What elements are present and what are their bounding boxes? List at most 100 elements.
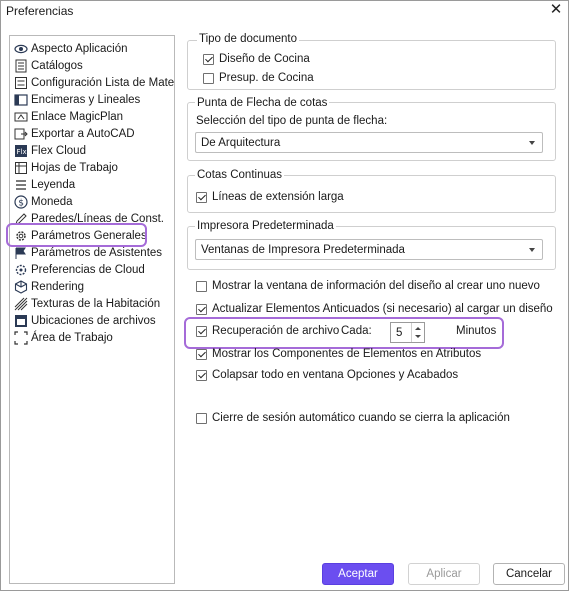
select-value: Ventanas de Impresora Predeterminada xyxy=(201,243,405,256)
chevron-down-icon xyxy=(529,248,535,252)
countertop-icon xyxy=(14,93,28,106)
checkbox[interactable] xyxy=(196,325,207,337)
option-label: Recuperación de archivo xyxy=(212,325,340,337)
option-label: Presup. de Cocina xyxy=(219,72,314,84)
sidebar-item-label: Parámetros de Asistentes xyxy=(31,246,163,259)
sidebar-item-area-trabajo[interactable]: Área de Trabajo xyxy=(14,329,174,346)
option-presup-cocina[interactable]: Presup. de Cocina xyxy=(203,72,314,84)
option-label: Diseño de Cocina xyxy=(219,53,310,65)
option-lineas-extension[interactable]: Líneas de extensión larga xyxy=(196,191,344,203)
sidebar-item-label: Moneda xyxy=(31,195,73,208)
option-colapsar[interactable]: Colapsar todo en ventana Opciones y Acab… xyxy=(196,369,458,381)
checkbox[interactable] xyxy=(203,53,214,65)
sidebar-item-hojas[interactable]: Hojas de Trabajo xyxy=(14,159,174,176)
cube-icon xyxy=(14,279,28,294)
group-title-tipo-documento: Tipo de documento xyxy=(197,33,300,45)
select-value: De Arquitectura xyxy=(201,136,281,149)
checkbox[interactable] xyxy=(196,369,207,381)
sidebar-item-label: Configuración Lista de Materia xyxy=(31,76,175,89)
texture-icon xyxy=(14,297,28,310)
sidebar-item-flex-cloud[interactable]: Flx Flex Cloud xyxy=(14,142,174,159)
sidebar-item-asistentes[interactable]: Parámetros de Asistentes xyxy=(14,244,174,261)
chevron-down-icon xyxy=(529,141,535,145)
sidebar-item-autocad[interactable]: Exportar a AutoCAD xyxy=(14,125,174,142)
checkbox[interactable] xyxy=(196,280,207,292)
sidebar-item-label: Aspecto Aplicación xyxy=(31,42,128,55)
option-mostrar-info[interactable]: Mostrar la ventana de información del di… xyxy=(196,280,540,292)
eye-icon xyxy=(14,44,28,53)
sidebar-item-encimeras[interactable]: Encimeras y Lineales xyxy=(14,91,174,108)
option-cierre-sesion[interactable]: Cierre de sesión automático cuando se ci… xyxy=(196,412,510,424)
option-diseno-cocina[interactable]: Diseño de Cocina xyxy=(203,53,310,65)
option-recuperacion[interactable]: Recuperación de archivo xyxy=(196,325,339,337)
punta-flecha-prompt: Selección del tipo de punta de flecha: xyxy=(196,115,388,127)
svg-text:Flx: Flx xyxy=(17,148,27,156)
folder-icon xyxy=(15,314,27,327)
option-label: Líneas de extensión larga xyxy=(212,191,344,203)
sidebar-item-label: Exportar a AutoCAD xyxy=(31,127,135,140)
close-icon[interactable]: ✕ xyxy=(548,2,564,18)
export-icon xyxy=(14,128,28,139)
cloud-gear-icon xyxy=(15,264,27,275)
svg-text:$: $ xyxy=(18,198,24,208)
cada-label: Cada: xyxy=(341,325,372,337)
worksheet-icon xyxy=(15,161,27,174)
checkbox[interactable] xyxy=(203,72,214,84)
preferences-dialog: Preferencias ✕ Aspecto Aplicación Catálo… xyxy=(0,0,569,591)
arrow-up-icon[interactable] xyxy=(415,327,421,330)
sidebar-item-label: Flex Cloud xyxy=(31,144,86,157)
sidebar-item-label: Paredes/Líneas de Const. xyxy=(31,212,164,225)
window-title: Preferencias xyxy=(6,4,74,18)
sidebar-item-label: Catálogos xyxy=(31,59,83,72)
sidebar-item-moneda[interactable]: $ Moneda xyxy=(14,193,174,210)
accept-button[interactable]: Aceptar xyxy=(322,563,394,585)
spinner-value: 5 xyxy=(396,326,403,339)
sidebar-item-paredes[interactable]: Paredes/Líneas de Const. xyxy=(14,210,174,227)
sidebar: Aspecto Aplicación Catálogos Configuraci… xyxy=(9,35,175,584)
arrow-down-icon[interactable] xyxy=(415,335,421,338)
sidebar-item-label: Texturas de la Habitación xyxy=(31,297,161,310)
minutos-label: Minutos xyxy=(456,325,497,337)
sidebar-item-leyenda[interactable]: Leyenda xyxy=(14,176,174,193)
sidebar-item-label: Encimeras y Lineales xyxy=(31,93,141,106)
option-mostrar-componentes[interactable]: Mostrar los Componentes de Elementos en … xyxy=(196,348,481,360)
sidebar-item-ubicaciones[interactable]: Ubicaciones de archivos xyxy=(14,312,174,329)
option-actualizar-elementos[interactable]: Actualizar Elementos Anticuados (si nece… xyxy=(196,303,553,315)
flex-icon: Flx xyxy=(15,144,27,157)
sidebar-item-cloud[interactable]: Preferencias de Cloud xyxy=(14,261,174,278)
sidebar-item-magicplan[interactable]: Enlace MagicPlan xyxy=(14,108,174,125)
link-icon xyxy=(14,112,28,121)
printer-select[interactable]: Ventanas de Impresora Predeterminada xyxy=(195,239,543,260)
checkbox[interactable] xyxy=(196,191,207,203)
list-icon xyxy=(15,76,27,89)
sidebar-item-aspecto[interactable]: Aspecto Aplicación xyxy=(14,40,174,57)
cancel-button[interactable]: Cancelar xyxy=(493,563,565,585)
option-label: Mostrar los Componentes de Elementos en … xyxy=(212,348,482,360)
sidebar-item-label: Área de Trabajo xyxy=(31,331,113,344)
sidebar-item-rendering[interactable]: Rendering xyxy=(14,278,174,295)
checkbox[interactable] xyxy=(196,348,207,360)
checkbox[interactable] xyxy=(196,303,207,315)
sidebar-item-parametros-generales[interactable]: Parámetros Generales xyxy=(14,227,174,244)
group-title-cotas-continuas: Cotas Continuas xyxy=(195,169,285,181)
currency-icon: $ xyxy=(14,194,28,209)
sidebar-item-catalogos[interactable]: Catálogos xyxy=(14,57,174,74)
title-bar: Preferencias ✕ xyxy=(1,1,568,21)
gear-icon xyxy=(16,230,26,241)
legend-icon xyxy=(16,179,26,190)
sidebar-item-label: Ubicaciones de archivos xyxy=(31,314,156,327)
arrowhead-type-select[interactable]: De Arquitectura xyxy=(195,132,543,153)
spinner-buttons xyxy=(411,323,424,342)
pencil-icon xyxy=(15,212,27,225)
sidebar-item-texturas[interactable]: Texturas de la Habitación xyxy=(14,295,174,312)
option-label: Cierre de sesión automático cuando se ci… xyxy=(212,412,510,424)
option-label: Colapsar todo en ventana Opciones y Acab… xyxy=(212,369,459,381)
sidebar-item-label: Preferencias de Cloud xyxy=(31,263,145,276)
checkbox[interactable] xyxy=(196,412,207,424)
sidebar-item-lista-materiales[interactable]: Configuración Lista de Materia xyxy=(14,74,175,91)
sidebar-item-label: Rendering xyxy=(31,280,85,293)
flag-icon xyxy=(15,247,26,259)
apply-button[interactable]: Aplicar xyxy=(408,563,480,585)
catalog-icon xyxy=(15,59,27,72)
recovery-interval-spinner[interactable]: 5 xyxy=(390,322,425,343)
